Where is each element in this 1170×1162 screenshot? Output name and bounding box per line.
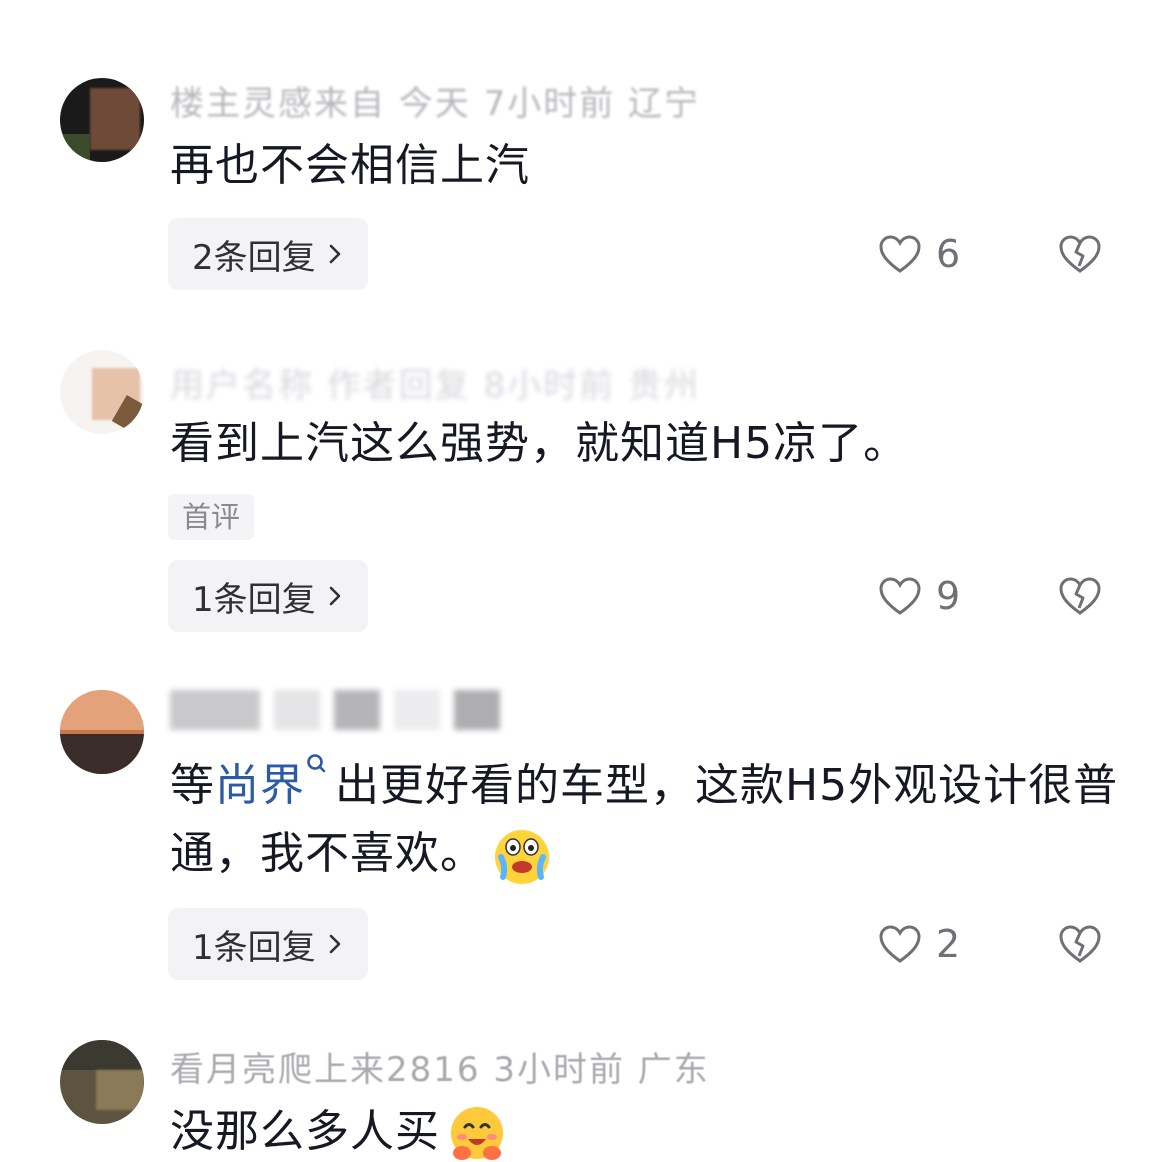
like-button[interactable]: 2 — [878, 908, 960, 980]
view-replies-label: 1条回复 — [192, 927, 316, 968]
heart-outline-icon — [879, 577, 921, 615]
like-count: 6 — [936, 232, 961, 276]
dislike-button[interactable] — [1058, 218, 1102, 290]
comment-meta: 用户名称 作者回复 8小时前 贵州 — [170, 362, 700, 406]
comment-text: 看到上汽这么强势，就知道H5凉了。 — [170, 418, 909, 469]
comment-meta-text: 楼主灵感来自 今天 7小时前 辽宁 — [170, 83, 701, 124]
comment-text: 再也不会相信上汽 — [170, 140, 530, 191]
comment-meta-text: 用户名称 作者回复 8小时前 贵州 — [170, 365, 701, 406]
avatar[interactable] — [60, 690, 144, 774]
chevron-right-icon — [329, 586, 340, 606]
masked-username — [394, 690, 440, 730]
broken-heart-icon — [1059, 235, 1101, 273]
view-replies-button[interactable]: 1条回复 — [168, 908, 368, 980]
view-replies-label: 1条回复 — [192, 579, 316, 620]
masked-username — [334, 690, 380, 730]
broken-heart-icon — [1059, 925, 1101, 963]
broken-heart-icon — [1059, 577, 1101, 615]
comment-meta: 看月亮爬上来2816 3小时前 广东 — [170, 1046, 710, 1090]
masked-username — [454, 690, 500, 730]
comment-meta: 楼主灵感来自 今天 7小时前 辽宁 — [170, 80, 700, 124]
heart-outline-icon — [879, 925, 921, 963]
avatar[interactable] — [60, 78, 144, 162]
first-comment-badge: 首评 — [168, 494, 255, 540]
chevron-right-icon — [329, 244, 340, 264]
like-count: 2 — [936, 922, 961, 966]
masked-username — [274, 690, 320, 730]
view-replies-label: 2条回复 — [192, 237, 316, 278]
like-count: 9 — [936, 574, 961, 618]
view-replies-button[interactable]: 2条回复 — [168, 218, 368, 290]
like-button[interactable]: 6 — [878, 218, 960, 290]
heart-outline-icon — [879, 235, 921, 273]
comment-text-part: 等 — [170, 760, 215, 811]
masked-username — [170, 690, 260, 730]
comment-text: 等尚界 出更好看的车型，这款H5外观设计很普通，我不喜欢。 — [170, 752, 1120, 888]
avatar[interactable] — [60, 1040, 144, 1124]
avatar[interactable] — [60, 350, 144, 434]
comment-text: 没那么多人买 — [170, 1098, 1120, 1162]
comment-text-part: 没那么多人买 — [170, 1106, 440, 1157]
chevron-right-icon — [329, 934, 340, 954]
dislike-button[interactable] — [1058, 560, 1102, 632]
crying-face-emoji — [495, 830, 549, 884]
comment-meta-masked — [170, 690, 500, 730]
like-button[interactable]: 9 — [878, 560, 960, 632]
search-keyword-link[interactable]: 尚界 — [215, 760, 305, 811]
hugging-face-emoji — [451, 1107, 503, 1160]
dislike-button[interactable] — [1058, 908, 1102, 980]
comment-meta-text: 看月亮爬上来2816 3小时前 广东 — [170, 1049, 710, 1090]
search-icon[interactable] — [305, 752, 327, 786]
view-replies-button[interactable]: 1条回复 — [168, 560, 368, 632]
